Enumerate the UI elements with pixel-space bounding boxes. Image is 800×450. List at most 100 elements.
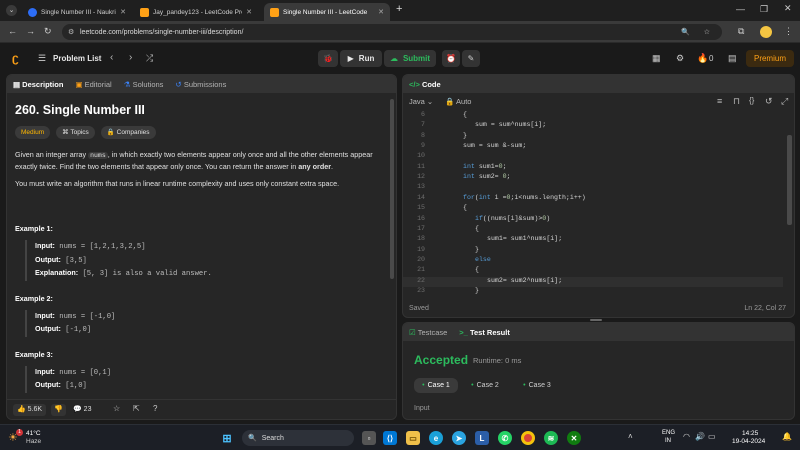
tab-submissions[interactable]: ↺ Submissions xyxy=(175,80,226,89)
companies-chip[interactable]: 🔒 Companies xyxy=(100,126,156,139)
language-top[interactable]: ENG xyxy=(662,430,675,436)
braces-icon[interactable]: {} xyxy=(749,96,754,105)
submit-button[interactable]: ☁ Submit xyxy=(384,50,436,67)
comments-button[interactable]: 💬 23 xyxy=(73,404,91,416)
streak-fire-icon[interactable]: 🔥 xyxy=(697,53,708,64)
code-line[interactable]: 23} xyxy=(403,287,783,297)
dislike-button[interactable]: 👎 xyxy=(51,404,66,416)
notes-button[interactable]: ✎ xyxy=(462,50,480,67)
layout-grid-icon[interactable]: ▦ xyxy=(652,53,661,64)
tab-profile[interactable]: Jay_pandey123 - LeetCode Pro... ✕ xyxy=(134,3,258,21)
debug-button[interactable]: 🐞 xyxy=(318,50,338,67)
settings-gear-icon[interactable]: ⚙ xyxy=(676,53,684,64)
zoom-icon[interactable]: 🔍 xyxy=(681,28,690,36)
new-tab-button[interactable]: + xyxy=(396,3,402,15)
problem-list-link[interactable]: Problem List xyxy=(53,54,101,63)
tray-chevron-icon[interactable]: ˄ xyxy=(628,432,633,441)
task-view-icon[interactable]: ▫ xyxy=(362,431,376,445)
code-line[interactable]: 6{ xyxy=(403,111,783,121)
format-icon[interactable]: ≡ xyxy=(717,96,722,106)
autocomplete-toggle[interactable]: 🔒 Auto xyxy=(445,97,471,106)
case-tab-3[interactable]: • Case 3 xyxy=(515,378,559,393)
code-tab[interactable]: </> Code xyxy=(409,80,441,89)
close-tab-icon[interactable]: ✕ xyxy=(246,8,252,16)
close-window-button[interactable]: ✕ xyxy=(784,3,792,14)
edge-browser-icon[interactable]: e xyxy=(429,431,443,445)
like-button[interactable]: 👍 5.6K xyxy=(13,404,47,416)
tab-editorial[interactable]: ▣ Editorial xyxy=(75,80,111,89)
notes-icon[interactable]: ▤ xyxy=(728,53,737,64)
case-tab-2[interactable]: • Case 2 xyxy=(463,378,507,393)
code-line[interactable]: 13 xyxy=(403,183,783,193)
leetcode-logo[interactable]: ʗ xyxy=(12,52,24,65)
telegram-icon[interactable]: ➤ xyxy=(452,431,466,445)
tab-testcase[interactable]: ☑ Testcase xyxy=(409,328,447,337)
xbox-icon[interactable]: ✕ xyxy=(567,431,581,445)
tab-description[interactable]: ▤ Description xyxy=(13,80,63,89)
favorite-star-icon[interactable]: ☆ xyxy=(113,404,120,413)
code-line[interactable]: 20 else xyxy=(403,256,783,266)
extensions-icon[interactable]: ⧉ xyxy=(738,26,744,37)
profile-avatar[interactable] xyxy=(760,26,772,38)
share-icon[interactable]: ⇱ xyxy=(133,404,140,413)
code-line[interactable]: 19} xyxy=(403,246,783,256)
run-button[interactable]: ▶ Run xyxy=(340,50,382,67)
code-line[interactable]: 22 sum2= sum2^nums[i]; xyxy=(403,276,783,287)
code-line[interactable]: 7 sum = sum^nums[i]; xyxy=(403,121,783,131)
vscode-icon[interactable]: ⟨⟩ xyxy=(383,431,397,445)
prev-problem-icon[interactable]: ‹ xyxy=(110,52,113,63)
editor-scrollbar[interactable] xyxy=(787,135,792,225)
close-tab-icon[interactable]: ✕ xyxy=(120,8,126,16)
code-line[interactable]: 16 if((nums[i]&sum)>0) xyxy=(403,215,783,225)
language-bottom[interactable]: IN xyxy=(665,438,671,444)
back-icon[interactable]: ← xyxy=(8,26,17,36)
battery-icon[interactable]: ▭ xyxy=(708,432,716,441)
help-icon[interactable]: ? xyxy=(153,404,157,413)
language-select[interactable]: Java ⌄ xyxy=(409,97,433,106)
maximize-button[interactable]: ❐ xyxy=(760,4,768,15)
code-line[interactable]: 15 { xyxy=(403,204,783,214)
spotify-icon[interactable]: ≋ xyxy=(544,431,558,445)
next-problem-icon[interactable]: › xyxy=(129,52,132,63)
close-tab-icon[interactable]: ✕ xyxy=(378,8,384,16)
code-line[interactable]: 9 sum = sum &-sum; xyxy=(403,142,783,152)
menu-dots-icon[interactable]: ⋮ xyxy=(784,26,793,37)
l-app-icon[interactable]: L xyxy=(475,431,489,445)
minimize-button[interactable]: — xyxy=(736,4,745,14)
bookmark-star-icon[interactable]: ☆ xyxy=(704,28,710,36)
code-line[interactable]: 8} xyxy=(403,132,783,142)
problem-list-icon[interactable]: ☰ xyxy=(38,53,46,64)
chrome-icon[interactable] xyxy=(521,431,535,445)
fullscreen-icon[interactable]: ⤢ xyxy=(781,96,788,107)
timer-button[interactable]: ⏰ xyxy=(442,50,460,67)
tab-naukri[interactable]: Single Number III - Naukri Co... ✕ xyxy=(22,3,132,21)
panel-resize-handle[interactable] xyxy=(590,319,602,321)
reset-icon[interactable]: ↺ xyxy=(765,96,773,107)
forward-icon[interactable]: → xyxy=(26,26,35,36)
whatsapp-icon[interactable]: ✆ xyxy=(498,431,512,445)
code-line[interactable]: 18 sum1= sum1^nums[i]; xyxy=(403,235,783,245)
clock-time[interactable]: 14:25 xyxy=(742,430,758,437)
file-explorer-icon[interactable]: ▭ xyxy=(406,431,420,445)
code-line[interactable]: 11 int sum1=0; xyxy=(403,163,783,173)
code-line[interactable]: 12 int sum2= 0; xyxy=(403,173,783,183)
code-line[interactable]: 21 { xyxy=(403,266,783,276)
tab-single-number[interactable]: Single Number III - LeetCode ✕ xyxy=(264,3,390,21)
site-info-icon[interactable]: ⚙ xyxy=(68,28,74,36)
tab-solutions[interactable]: ⚗ Solutions xyxy=(124,80,164,89)
windows-start-icon[interactable]: ⊞ xyxy=(220,431,234,445)
reload-icon[interactable]: ↻ xyxy=(44,26,52,37)
case-tab-1[interactable]: • Case 1 xyxy=(414,378,458,393)
taskbar-search[interactable]: 🔍 Search xyxy=(242,430,354,446)
weather-widget[interactable]: ☀ 1 41°C Haze xyxy=(8,429,68,447)
shuffle-icon[interactable]: ⤮ xyxy=(146,53,153,64)
description-scrollbar[interactable] xyxy=(390,99,394,279)
url-field[interactable]: ⚙ leetcode.com/problems/single-number-ii… xyxy=(62,24,722,40)
code-editor[interactable]: 6{7 sum = sum^nums[i]; 8} 9 sum = sum &-sum;… xyxy=(403,111,794,297)
tab-test-result[interactable]: >_ Test Result xyxy=(459,328,510,337)
code-line[interactable]: 17 { xyxy=(403,225,783,235)
tab-search-icon[interactable]: ⌄ xyxy=(6,5,17,16)
premium-button[interactable]: Premium xyxy=(746,50,794,67)
volume-icon[interactable]: 🔊 xyxy=(695,432,705,441)
code-line[interactable]: 14 for(int i =0;i<nums.length;i++) xyxy=(403,194,783,204)
